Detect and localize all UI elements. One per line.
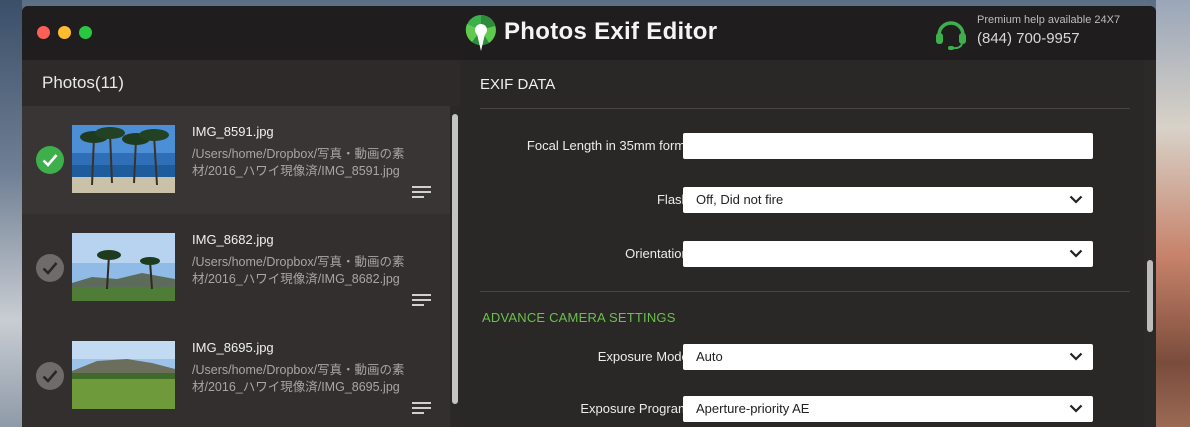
sidebar-scrollbar[interactable] [450, 106, 460, 427]
headset-icon [936, 21, 966, 50]
exposure-program-value: Aperture-priority AE [696, 401, 810, 416]
exposure-mode-value: Auto [696, 349, 723, 364]
photo-thumbnail [72, 341, 175, 409]
title-bar: Photos Exif Editor Premium help availabl… [22, 6, 1156, 60]
help-availability-text: Premium help available 24X7 [977, 14, 1121, 26]
exif-data-header: EXIF DATA [480, 76, 556, 93]
orientation-select[interactable] [683, 241, 1093, 267]
focal-length-input[interactable] [683, 133, 1093, 159]
photo-list: IMG_8591.jpg /Users/home/Dropbox/写真・動画の素… [22, 106, 450, 427]
photo-list-item[interactable]: IMG_8591.jpg /Users/home/Dropbox/写真・動画の素… [22, 106, 450, 215]
desktop-background-left [0, 0, 22, 427]
checkmark-icon[interactable] [36, 146, 64, 174]
camera-pin-icon [465, 15, 496, 51]
flash-select[interactable]: Off, Did not fire [683, 187, 1093, 213]
options-menu-icon[interactable] [412, 294, 431, 306]
exposure-mode-select[interactable]: Auto [683, 344, 1093, 370]
photo-path: /Users/home/Dropbox/写真・動画の素材/2016_ハワイ現像済… [192, 255, 405, 286]
photo-list-item[interactable]: IMG_8682.jpg /Users/home/Dropbox/写真・動画の素… [22, 214, 450, 323]
photo-thumbnail [72, 233, 175, 301]
chevron-down-icon [1069, 404, 1083, 413]
photo-list-item[interactable]: IMG_8695.jpg /Users/home/Dropbox/写真・動画の素… [22, 322, 450, 427]
sidebar-scrollbar-thumb[interactable] [452, 114, 458, 404]
photos-count-title: Photos(11) [42, 73, 124, 92]
chevron-down-icon [1069, 195, 1083, 204]
sidebar-header: Photos(11) [22, 60, 460, 106]
help-phone-number: (844) 700-9957 [977, 30, 1080, 47]
app-title: Photos Exif Editor [504, 18, 718, 45]
desktop-background-right [1156, 0, 1190, 427]
photo-thumbnail [72, 125, 175, 193]
photo-filename: IMG_8682.jpg [192, 232, 274, 247]
exif-panel: EXIF DATA Focal Length in 35mm format Fl… [460, 60, 1156, 427]
exif-panel-scrollbar-thumb[interactable] [1147, 260, 1153, 332]
options-menu-icon[interactable] [412, 402, 431, 414]
photo-path: /Users/home/Dropbox/写真・動画の素材/2016_ハワイ現像済… [192, 147, 405, 178]
photo-filename: IMG_8695.jpg [192, 340, 274, 355]
options-menu-icon[interactable] [412, 186, 431, 198]
checkmark-icon[interactable] [36, 254, 64, 282]
flash-value: Off, Did not fire [696, 192, 784, 207]
checkmark-icon[interactable] [36, 362, 64, 390]
section-divider [480, 291, 1130, 292]
app-window: Photos Exif Editor Premium help availabl… [22, 6, 1156, 427]
header-divider [480, 108, 1130, 109]
close-window-button[interactable] [37, 26, 50, 39]
photo-path: /Users/home/Dropbox/写真・動画の素材/2016_ハワイ現像済… [192, 363, 405, 394]
zoom-window-button[interactable] [79, 26, 92, 39]
focal-length-label: Focal Length in 35mm format [526, 138, 696, 153]
exposure-mode-label: Exposure Mode : [597, 349, 696, 364]
chevron-down-icon [1069, 249, 1083, 258]
exif-panel-scrollbar[interactable] [1144, 60, 1156, 427]
advance-camera-settings-title: ADVANCE CAMERA SETTINGS [482, 310, 676, 325]
photo-filename: IMG_8591.jpg [192, 124, 274, 139]
photos-sidebar: Photos(11) IMG_8591.jpg /Users/home/Drop… [22, 60, 460, 427]
exposure-program-label: Exposure Program : [580, 401, 696, 416]
exposure-program-select[interactable]: Aperture-priority AE [683, 396, 1093, 422]
chevron-down-icon [1069, 352, 1083, 361]
minimize-window-button[interactable] [58, 26, 71, 39]
